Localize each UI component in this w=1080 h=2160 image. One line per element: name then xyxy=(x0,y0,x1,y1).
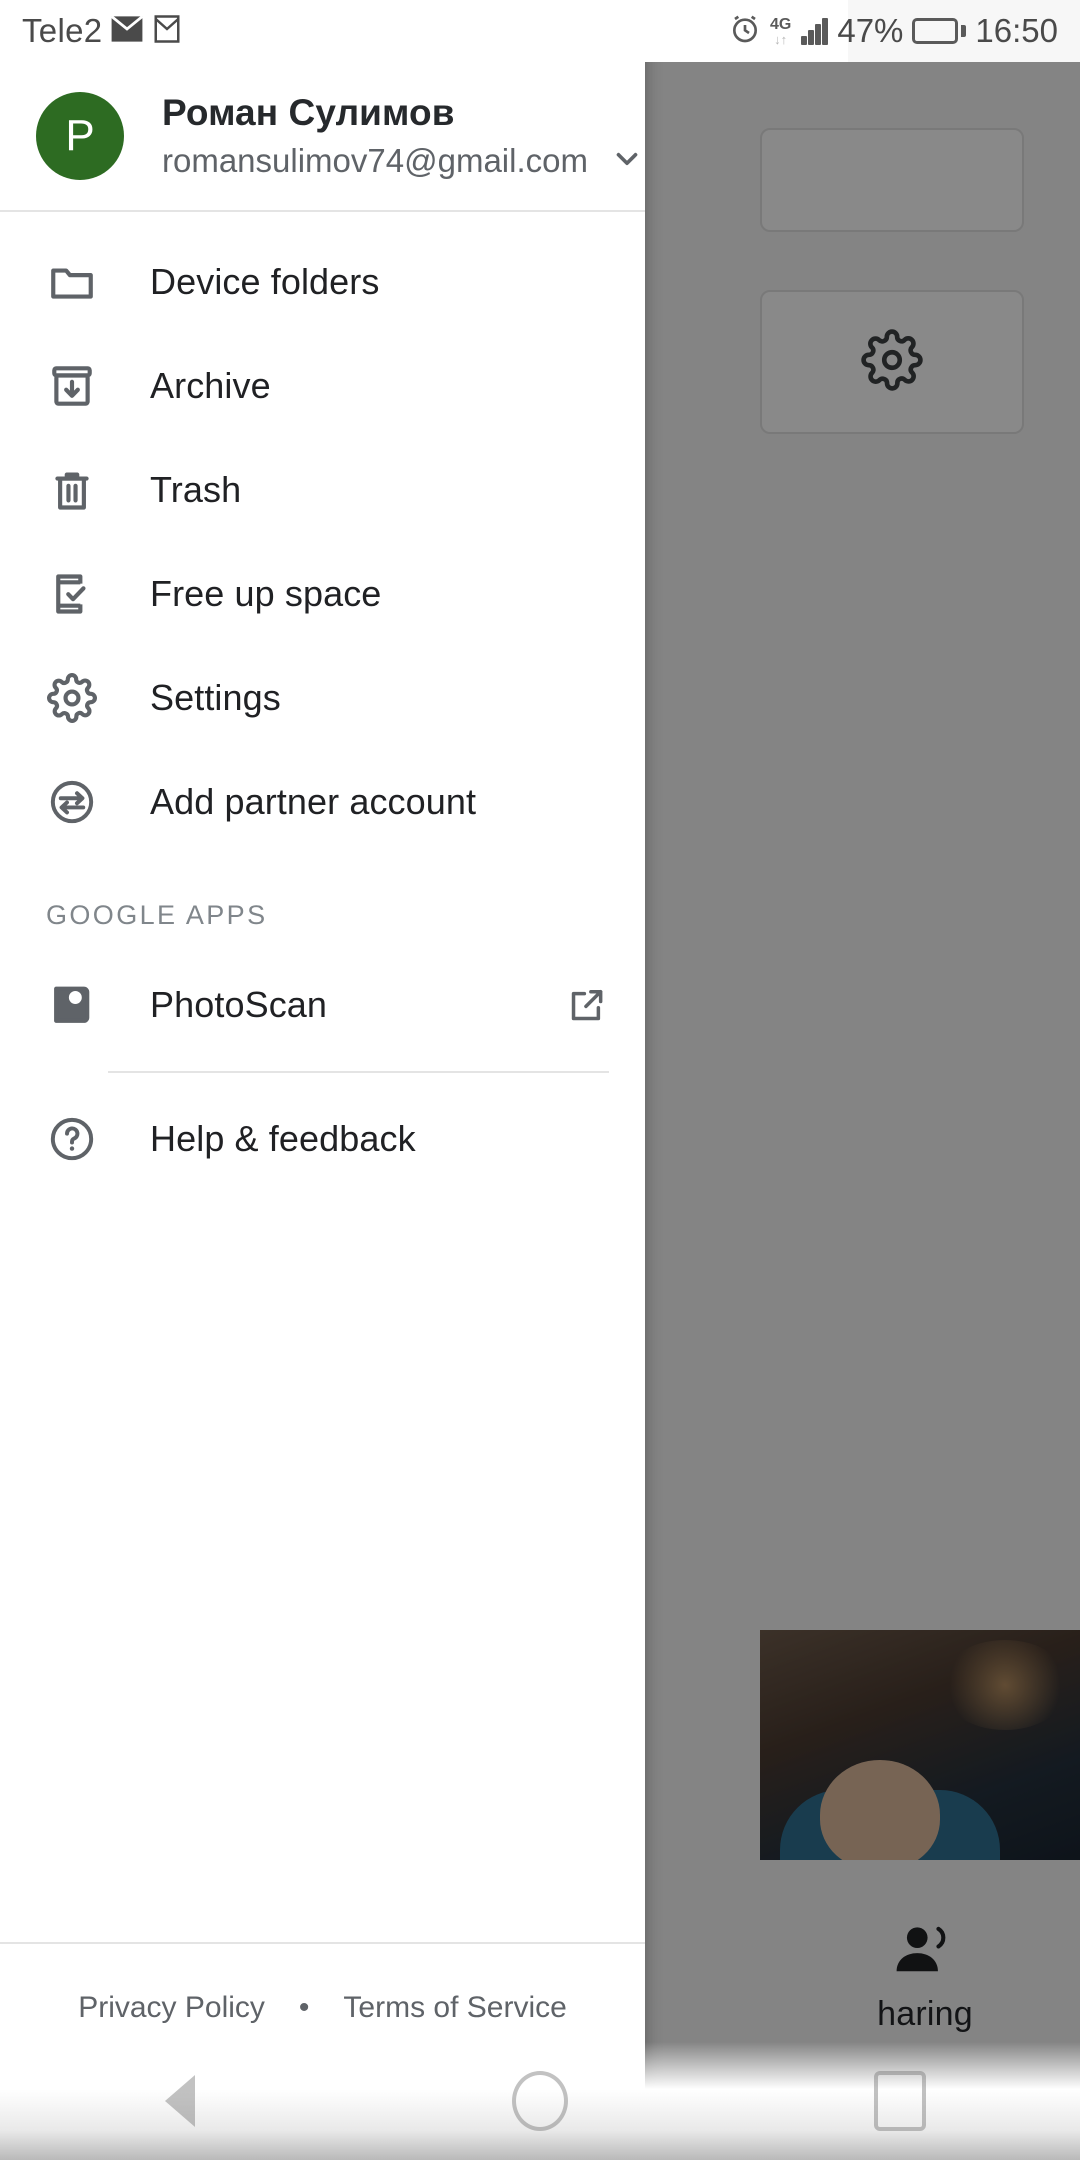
privacy-policy-link[interactable]: Privacy Policy xyxy=(78,1991,265,2025)
android-navigation-bar xyxy=(0,2042,1080,2160)
primary-menu-list: Device folders Archive Trash Free up spa… xyxy=(0,212,645,854)
menu-item-help-feedback-label: Help & feedback xyxy=(150,1118,416,1159)
carrier-name: Tele2 xyxy=(22,12,103,49)
drawer-scroll-area[interactable]: P Роман Сулимов romansulimov74@gmail.com xyxy=(0,0,645,1942)
mail-icon xyxy=(110,14,144,48)
menu-item-archive[interactable]: Archive xyxy=(0,334,645,438)
menu-item-add-partner-account[interactable]: Add partner account xyxy=(0,750,645,854)
phone-check-icon xyxy=(46,568,98,620)
back-button[interactable] xyxy=(120,2066,240,2136)
network-type-indicator: 4G ↓↑ xyxy=(770,15,792,47)
network-type-label: 4G xyxy=(770,15,792,33)
menu-item-photoscan-label: PhotoScan xyxy=(150,984,328,1025)
back-triangle-icon xyxy=(165,2075,195,2127)
account-text: Роман Сулимов romansulimov74@gmail.com xyxy=(162,92,644,181)
menu-item-archive-label: Archive xyxy=(150,365,271,406)
footer-separator: • xyxy=(298,1991,310,2024)
avatar-initial: P xyxy=(65,111,95,160)
folder-icon xyxy=(46,256,98,308)
clock-label: 16:50 xyxy=(975,12,1058,49)
home-circle-icon xyxy=(512,2071,568,2131)
recents-button[interactable] xyxy=(840,2066,960,2136)
signal-bars-icon xyxy=(801,17,829,45)
navigation-drawer: P Роман Сулимов romansulimov74@gmail.com xyxy=(0,0,645,2160)
menu-item-photoscan[interactable]: PhotoScan xyxy=(0,953,645,1057)
menu-item-device-folders-label: Device folders xyxy=(150,261,380,302)
partner-swap-icon xyxy=(46,776,98,828)
status-bar-right: 4G ↓↑ 47% 16:50 xyxy=(729,12,1058,50)
menu-item-free-up-space[interactable]: Free up space xyxy=(0,542,645,646)
battery-icon xyxy=(912,18,967,44)
account-header[interactable]: P Роман Сулимов romansulimov74@gmail.com xyxy=(0,62,645,210)
menu-item-device-folders[interactable]: Device folders xyxy=(0,230,645,334)
trash-icon xyxy=(46,464,98,516)
menu-item-settings[interactable]: Settings xyxy=(0,646,645,750)
home-button[interactable] xyxy=(480,2066,600,2136)
archive-icon xyxy=(46,360,98,412)
menu-item-trash[interactable]: Trash xyxy=(0,438,645,542)
menu-item-trash-label: Trash xyxy=(150,469,242,510)
external-link-icon[interactable] xyxy=(565,983,609,1027)
menu-item-help-feedback[interactable]: Help & feedback xyxy=(0,1087,645,1191)
network-activity-arrows: ↓↑ xyxy=(774,31,788,47)
account-email: romansulimov74@gmail.com xyxy=(162,142,588,179)
battery-percent-label: 47% xyxy=(837,12,904,49)
account-name: Роман Сулимов xyxy=(162,91,455,133)
menu-item-add-partner-account-label: Add partner account xyxy=(150,781,477,822)
terms-of-service-link[interactable]: Terms of Service xyxy=(343,1991,566,2025)
status-bar-left: Tele2 xyxy=(22,12,182,50)
menu-item-free-up-space-label: Free up space xyxy=(150,573,382,614)
status-bar: Tele2 4G ↓↑ 47% 16:50 xyxy=(0,0,1080,62)
photoscan-icon xyxy=(46,979,98,1031)
google-apps-divider xyxy=(108,1071,609,1073)
alarm-icon xyxy=(729,13,761,50)
gear-icon xyxy=(46,672,98,724)
gmail-icon xyxy=(152,14,182,49)
account-email-row: romansulimov74@gmail.com xyxy=(162,142,644,181)
menu-item-settings-label: Settings xyxy=(150,677,281,718)
avatar[interactable]: P xyxy=(36,92,124,180)
help-circle-icon xyxy=(46,1113,98,1165)
recents-square-icon xyxy=(874,2071,926,2131)
chevron-down-icon[interactable] xyxy=(610,142,644,181)
section-header-google-apps: GOOGLE APPS xyxy=(46,900,268,930)
